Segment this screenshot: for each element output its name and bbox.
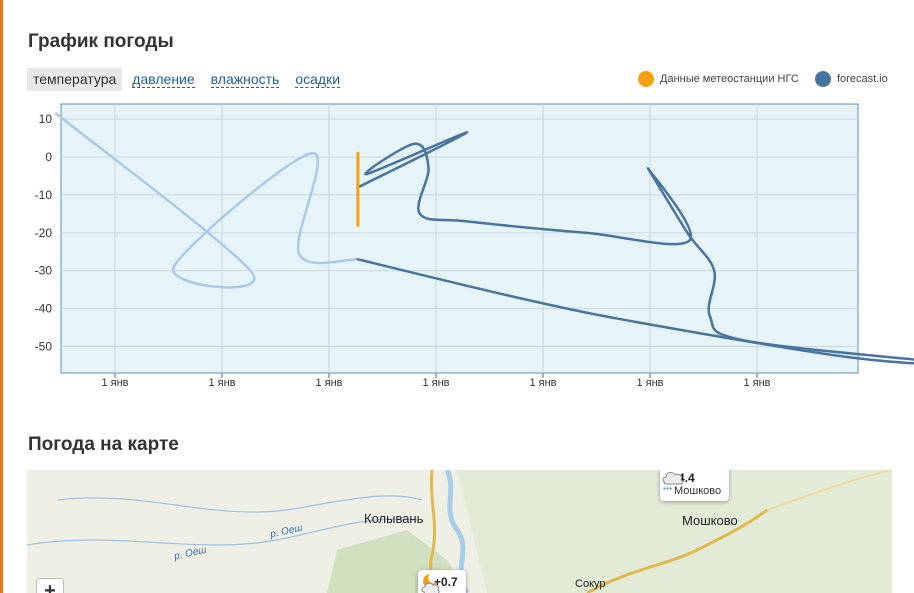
y-tick-label: -40 — [35, 302, 53, 316]
y-tick-label: -10 — [35, 188, 53, 202]
cloud-moon-icon — [421, 574, 440, 593]
cloud-snow-icon: *** — [662, 472, 684, 494]
temperature-chart: 100-10-20-30-40-50 1 янв 1 янв 1 янв 1 янв 1… — [35, 103, 914, 389]
map-place-kolyvan: Колывань — [364, 511, 424, 526]
svg-text:***: *** — [663, 486, 672, 494]
y-tick-label: -20 — [35, 226, 53, 240]
weather-map-title: Погода на карте — [28, 434, 179, 455]
x-tick-label: 1 янв — [743, 377, 770, 389]
weather-popup-city[interactable]: +0.7 — [418, 570, 466, 593]
y-tick-label: 0 — [45, 150, 52, 164]
map-place-moshkovo: Мошково — [682, 513, 738, 528]
x-tick-label: 1 янв — [636, 377, 663, 389]
y-axis-ticks: 10 0 -10 -20 -30 -40 -50 — [35, 112, 53, 353]
x-tick-label: 1 янв — [315, 377, 342, 389]
x-tick-label: 1 янв — [422, 377, 449, 389]
y-tick-label: -50 — [35, 339, 53, 353]
x-axis-ticks: 1 янв 1 янв 1 янв 1 янв 1 янв 1 янв 1 янв — [101, 373, 771, 389]
y-tick-label: 10 — [39, 112, 53, 126]
map-place-sokur: Сокур — [575, 578, 606, 590]
plot-area — [60, 103, 859, 374]
weather-popup-moshkovo[interactable]: *** -4.4 Мошково — [660, 470, 730, 501]
x-tick-label: 1 янв — [208, 377, 235, 389]
x-tick-label: 1 янв — [101, 377, 128, 389]
zoom-in-button[interactable]: + — [36, 578, 64, 593]
x-tick-label: 1 янв — [529, 377, 556, 389]
y-tick-label: -30 — [35, 264, 53, 278]
weather-map[interactable]: Колывань Мошково Сокур р. Оеш р. Оеш ***… — [27, 470, 892, 593]
